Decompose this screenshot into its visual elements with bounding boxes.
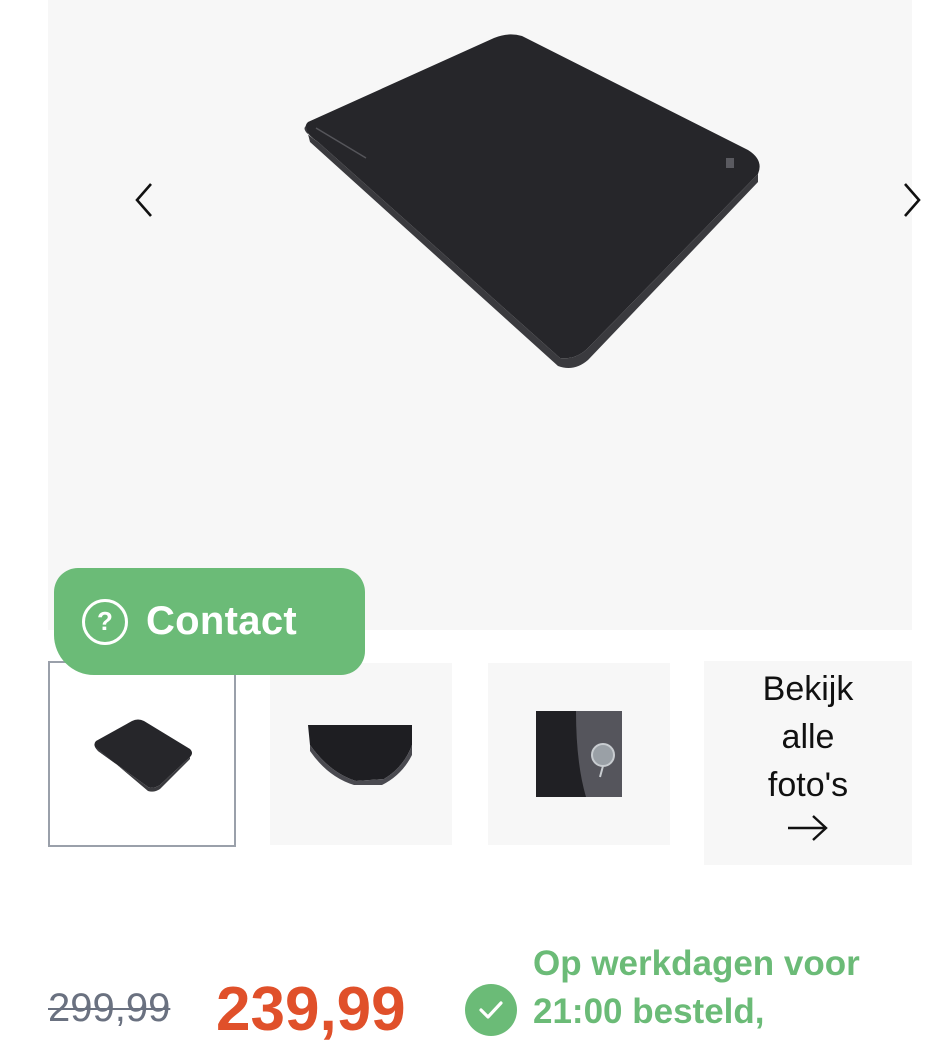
chevron-left-icon bbox=[135, 183, 152, 217]
contact-button[interactable]: ? Contact bbox=[54, 568, 365, 675]
previous-image-button[interactable] bbox=[124, 178, 164, 222]
view-all-line-3: foto's bbox=[767, 766, 849, 804]
current-price: 239,99 bbox=[216, 975, 406, 1044]
next-image-button[interactable] bbox=[892, 178, 932, 222]
thumbnail-1[interactable] bbox=[48, 661, 236, 847]
mattress-corner-thumbnail-image bbox=[308, 725, 412, 785]
view-all-line-1: Bekijk bbox=[762, 670, 854, 708]
mattress-thumbnail-image bbox=[94, 719, 192, 792]
chevron-right-icon bbox=[904, 183, 921, 217]
thumbnail-3[interactable] bbox=[488, 663, 670, 845]
delivery-line-2: 21:00 besteld, bbox=[533, 992, 765, 1031]
question-circle-icon: ? bbox=[82, 598, 128, 645]
delivery-line-1: Op werkdagen voor bbox=[533, 944, 860, 983]
mattress-valve-thumbnail-image bbox=[536, 711, 622, 797]
product-main-image[interactable] bbox=[48, 0, 921, 630]
view-all-line-2: alle bbox=[781, 718, 835, 756]
contact-label: Contact bbox=[146, 599, 297, 643]
view-all-photos-button[interactable]: Bekijk alle foto's bbox=[704, 661, 912, 865]
delivery-info: Op werkdagen voor 21:00 besteld, bbox=[533, 940, 933, 1036]
old-price: 299,99 bbox=[48, 986, 171, 1030]
thumbnail-2[interactable] bbox=[270, 663, 452, 845]
arrow-right-icon bbox=[788, 815, 828, 841]
check-circle-icon bbox=[465, 984, 517, 1036]
mattress-image bbox=[304, 34, 760, 368]
